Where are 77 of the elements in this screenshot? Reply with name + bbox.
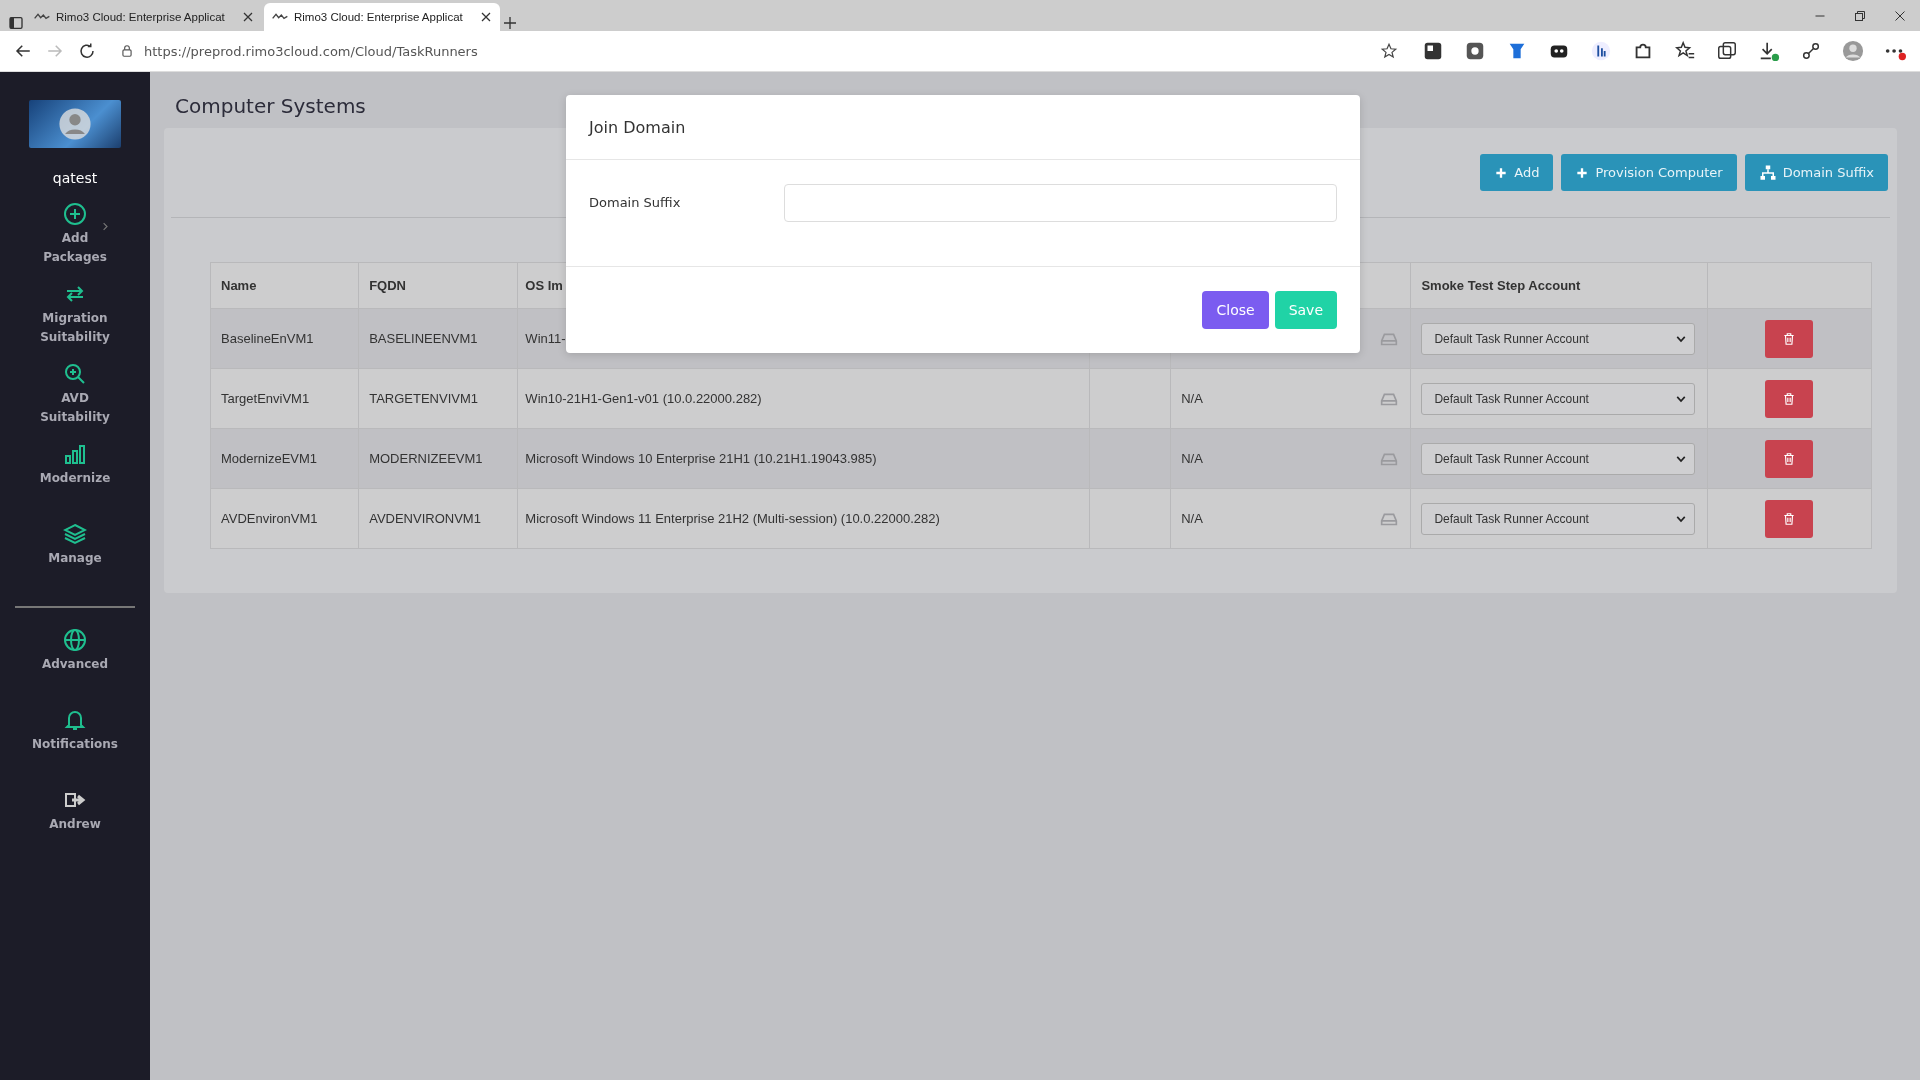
network-icon <box>1758 163 1777 182</box>
browser-tab[interactable]: Rimo3 Cloud: Enterprise Applicat <box>264 3 500 31</box>
table-cell: Microsoft Windows 11 Enterprise 21H2 (Multi-session) (10.0.22000.282) <box>525 511 940 526</box>
extension-icon[interactable] <box>1422 40 1444 62</box>
close-icon[interactable] <box>242 11 254 23</box>
delete-button[interactable] <box>1765 439 1814 478</box>
column-header: OS Im <box>525 278 563 293</box>
table-cell: ModernizeEVM1 <box>221 451 318 466</box>
address-field[interactable]: https://preprod.rimo3cloud.com/Cloud/TaskRunners <box>144 43 1370 59</box>
table-cell: Win10-21H1-Gen1-v01 (10.0.22000.282) <box>525 391 762 406</box>
user-silhouette-icon <box>58 107 92 141</box>
table-cell: N/A <box>1181 511 1203 526</box>
extension-icon[interactable] <box>1590 40 1612 62</box>
lock-icon <box>120 44 134 58</box>
profile-avatar-icon[interactable] <box>1842 40 1864 62</box>
nav-item[interactable]: Manage <box>30 549 120 568</box>
field-label: Domain Suffix <box>589 194 682 210</box>
table-cell: TargetEnviVM1 <box>221 391 310 406</box>
page-title: Computer Systems <box>175 94 367 120</box>
modal-title: Join Domain <box>566 95 1360 160</box>
dialog-button[interactable]: Close <box>1202 291 1269 329</box>
column-header: FQDN <box>369 278 406 293</box>
add-circle-icon[interactable] <box>63 202 87 226</box>
sidebar-toggle-icon[interactable] <box>8 15 24 31</box>
collections-icon[interactable] <box>1716 40 1738 62</box>
chevron-right-icon[interactable] <box>101 222 110 231</box>
forward-icon <box>46 42 64 60</box>
globe-icon[interactable] <box>63 628 87 652</box>
account-select[interactable]: Default Task Runner Account <box>1421 382 1696 415</box>
table-cell: BASELINEENVM1 <box>369 331 478 346</box>
table-cell: N/A <box>1181 451 1203 466</box>
nav-item[interactable]: Modernize <box>30 469 120 488</box>
nav-item[interactable]: Advanced <box>41 655 109 674</box>
user-name: qatest <box>52 170 98 186</box>
bar-chart-icon[interactable] <box>63 442 87 466</box>
nav-item[interactable]: Andrew <box>49 815 101 834</box>
share-icon[interactable] <box>1800 40 1822 62</box>
close-icon[interactable] <box>480 11 492 23</box>
table-cell: Win11- <box>525 331 566 346</box>
trash-icon <box>1782 511 1797 526</box>
favorite-star-icon[interactable] <box>1380 42 1398 60</box>
delete-button[interactable] <box>1765 319 1814 358</box>
trash-icon <box>1782 451 1797 466</box>
extension-icon[interactable] <box>1464 40 1486 62</box>
account-select[interactable]: Default Task Runner Account <box>1421 502 1696 535</box>
delete-button[interactable] <box>1765 499 1814 538</box>
browser-tab[interactable]: Rimo3 Cloud: Enterprise Applicat <box>26 3 262 31</box>
nav-item[interactable]: Add Packages <box>30 229 120 267</box>
domain-suffix-field[interactable] <box>784 184 1337 222</box>
nav-item[interactable]: Notifications <box>32 735 118 754</box>
zoom-in-icon[interactable] <box>63 362 87 386</box>
table-cell: AVDEnvironVM1 <box>221 511 318 526</box>
nav-item[interactable]: AVD Suitability <box>30 389 120 427</box>
restore-icon[interactable] <box>1854 9 1866 22</box>
download-icon[interactable] <box>1758 40 1780 62</box>
table-cell: Microsoft Windows 10 Enterprise 21H1 (10.21H1.19043.985) <box>525 451 877 466</box>
bell-icon[interactable] <box>63 708 87 732</box>
table-cell: TARGETENVIVM1 <box>369 391 478 406</box>
delete-button[interactable] <box>1765 379 1814 418</box>
column-header: Name <box>221 278 257 293</box>
back-icon[interactable] <box>14 42 32 60</box>
close-icon[interactable] <box>1894 9 1906 22</box>
new-tab-icon[interactable] <box>502 15 518 31</box>
trash-icon <box>1782 331 1797 346</box>
plus-icon <box>1575 165 1590 180</box>
table-cell: MODERNIZEEVM1 <box>369 451 483 466</box>
plus-icon <box>1494 165 1509 180</box>
reload-icon[interactable] <box>78 42 96 60</box>
layers-icon[interactable] <box>63 522 87 546</box>
table-cell: BaselineEnVM1 <box>221 331 314 346</box>
account-select[interactable]: Default Task Runner Account <box>1421 322 1696 355</box>
column-header: Smoke Test Step Account <box>1421 278 1581 293</box>
nav-item[interactable]: Migration Suitability <box>30 309 120 347</box>
account-select[interactable]: Default Task Runner Account <box>1421 442 1696 475</box>
table-cell: AVDENVIRONVM1 <box>369 511 481 526</box>
table-cell: N/A <box>1181 391 1203 406</box>
trash-icon <box>1782 391 1797 406</box>
